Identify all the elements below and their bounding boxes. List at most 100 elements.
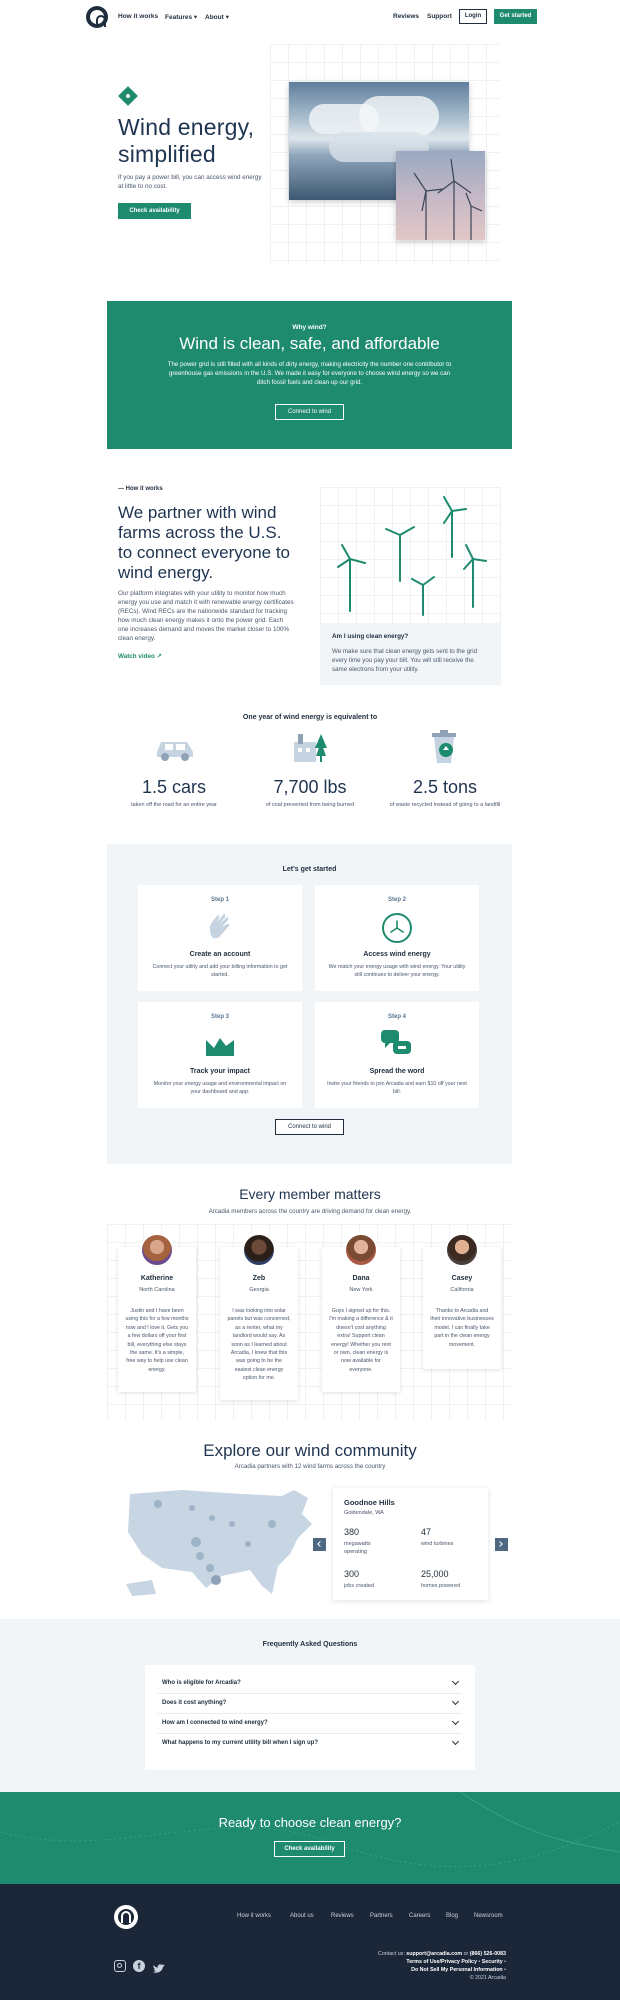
contact-or: or (463, 1951, 469, 1957)
avatar (242, 1233, 276, 1267)
twitter-icon[interactable] (153, 1961, 165, 1973)
faq-title: Frequently Asked Questions (262, 1641, 358, 1648)
chevron-down-icon (451, 1677, 460, 1686)
avatar (445, 1233, 479, 1267)
steps-section: Let's get started Step 1 Create an accou… (107, 844, 512, 1164)
car-icon (153, 734, 197, 762)
contact-email-link[interactable]: support@arcadia.com (406, 1951, 462, 1957)
member-quote: Guys I signed up for this. I'm making a … (329, 1308, 393, 1373)
stat-value-cars: 1.5 cars (141, 777, 207, 797)
faq-item[interactable]: Does it cost anything? (158, 1694, 462, 1714)
arcadia-logo-icon[interactable] (86, 6, 108, 28)
cta-band: Ready to choose clean energy? Check avai… (0, 1792, 620, 1884)
farm-location: Goldendale, WA (344, 1510, 384, 1516)
step-1-title: Create an account (189, 951, 251, 958)
member-quote: I was looking into solar panels but was … (227, 1308, 291, 1382)
nav-features[interactable]: Features ▾ (165, 13, 197, 21)
watch-video-link[interactable]: Watch video ↗ (118, 653, 162, 660)
footer-logo-icon[interactable] (114, 1905, 138, 1929)
nav-reviews[interactable]: Reviews (393, 13, 419, 20)
stat-value-coal: 7,700 lbs (273, 777, 347, 797)
info-card-body: We make sure that clean energy gets sent… (332, 648, 478, 673)
footer-link-blog[interactable]: Blog (446, 1913, 458, 1919)
why-connect-button[interactable]: Connect to wind (275, 404, 344, 420)
steps-connect-button[interactable]: Connect to wind (275, 1119, 344, 1135)
faq-item[interactable]: Who is eligible for Arcadia? (158, 1674, 462, 1694)
footer-link-about[interactable]: About us (290, 1913, 314, 1919)
member-quote: Justin and I have been using this for a … (125, 1308, 189, 1373)
hero-check-availability-button[interactable]: Check availability (118, 203, 191, 219)
facebook-icon[interactable]: f (133, 1960, 145, 1972)
member-name: Zeb (252, 1275, 266, 1282)
step-1-label: Step 1 (210, 897, 229, 903)
nav-about[interactable]: About ▾ (205, 13, 229, 21)
footer-contact: Contact us: support@arcadia.com or (866)… (378, 1951, 506, 1981)
nav-how-it-works[interactable]: How it works (118, 13, 158, 20)
member-card-katherine: Katherine North Carolina Justin and I ha… (118, 1233, 196, 1392)
farm-stat-value: 380 (344, 1527, 360, 1537)
external-link-icon: ↗ (156, 653, 162, 660)
stats-title: One year of wind energy is equivalent to (242, 714, 378, 721)
faq-item[interactable]: How am I connected to wind energy? (158, 1714, 462, 1734)
step-4-title: Spread the word (369, 1068, 425, 1075)
faq-item[interactable]: What happens to my current utility bill … (158, 1734, 462, 1754)
turbines-photo-image (396, 151, 485, 240)
farm-stat-label: wind turbines (421, 1541, 454, 1547)
contact-phone-link[interactable]: (866) 526-0083 (470, 1951, 506, 1957)
footer-link-reviews[interactable]: Reviews (331, 1913, 354, 1919)
cta-title: Ready to choose clean energy? (218, 1815, 402, 1830)
login-button[interactable]: Login (459, 9, 487, 24)
stat-label-cars: taken off the road for an entire year (131, 802, 217, 808)
nav-support[interactable]: Support (427, 13, 452, 20)
map-prev-button[interactable] (313, 1538, 326, 1551)
step-card-3: Step 3 Track your impact Monitor your en… (138, 1002, 302, 1108)
member-location: Georgia (249, 1287, 269, 1293)
clean-energy-info-card: Am I using clean energy? We make sure th… (320, 623, 501, 685)
step-4-label: Step 4 (387, 1014, 406, 1020)
step-2-title: Access wind energy (363, 951, 431, 958)
faq-question: Does it cost anything? (162, 1700, 227, 1706)
footer-link-careers[interactable]: Careers (409, 1913, 430, 1919)
farm-stat-label: megawatts operating (344, 1541, 371, 1555)
cta-check-availability-button[interactable]: Check availability (274, 1841, 345, 1857)
how-body: Our platform integrates with your utilit… (118, 590, 294, 642)
security-link[interactable]: Security (482, 1959, 503, 1965)
community-title: Explore our wind community (203, 1441, 417, 1460)
step-1-desc: Connect your utility and add your billin… (152, 964, 288, 978)
terms-privacy-link[interactable]: Terms of Use/Privacy Policy (406, 1959, 477, 1965)
step-card-2: Step 2 Access wind energy We match your … (315, 885, 479, 991)
map-next-button[interactable] (495, 1538, 508, 1551)
why-eyebrow: Why wind? (292, 324, 327, 331)
step-4-desc: Invite your friends to join Arcadia and … (327, 1081, 467, 1095)
why-body: The power grid is still filled with all … (167, 361, 452, 386)
us-map (122, 1484, 322, 1602)
footer-link-newsroom[interactable]: Newsroom (474, 1913, 503, 1919)
member-location: California (450, 1287, 474, 1293)
recycle-icon (429, 729, 459, 765)
stat-label-coal: of coal prevented from being burned (265, 802, 355, 808)
members-title: Every member matters (239, 1186, 381, 1202)
farm-stat-label: homes powered (421, 1583, 461, 1589)
contact-prefix: Contact us: (378, 1951, 405, 1957)
chevron-down-icon (451, 1737, 460, 1746)
turbine-diamond-icon (118, 86, 138, 106)
wind-farm-card: Goodnoe Hills Goldendale, WA 380 megawat… (333, 1488, 488, 1600)
community-subtitle: Arcadia partners with 12 wind farms acro… (234, 1463, 386, 1470)
footer-link-partners[interactable]: Partners (370, 1913, 393, 1919)
instagram-icon[interactable] (114, 1960, 126, 1972)
chart-icon (206, 1034, 234, 1056)
do-not-sell-link[interactable]: Do Not Sell My Personal Information (411, 1967, 503, 1973)
farm-stat-label: jobs created (344, 1583, 374, 1589)
member-name: Casey (451, 1275, 473, 1282)
turbines-illustration (320, 487, 501, 623)
cta-wave-decoration (0, 1792, 620, 1868)
chat-icon (381, 1030, 413, 1058)
why-wind-section: Why wind? Wind is clean, safe, and affor… (107, 301, 512, 449)
farm-stat-value: 300 (344, 1569, 360, 1579)
steps-title: Let's get started (282, 866, 337, 873)
get-started-button[interactable]: Get started (494, 9, 537, 24)
member-card-dana: Dana New York Guys I signed up for this.… (322, 1233, 400, 1392)
watch-video-label: Watch video (118, 653, 155, 660)
footer-link-how-it-works[interactable]: How it works (237, 1913, 271, 1919)
chevron-left-icon (317, 1541, 323, 1547)
